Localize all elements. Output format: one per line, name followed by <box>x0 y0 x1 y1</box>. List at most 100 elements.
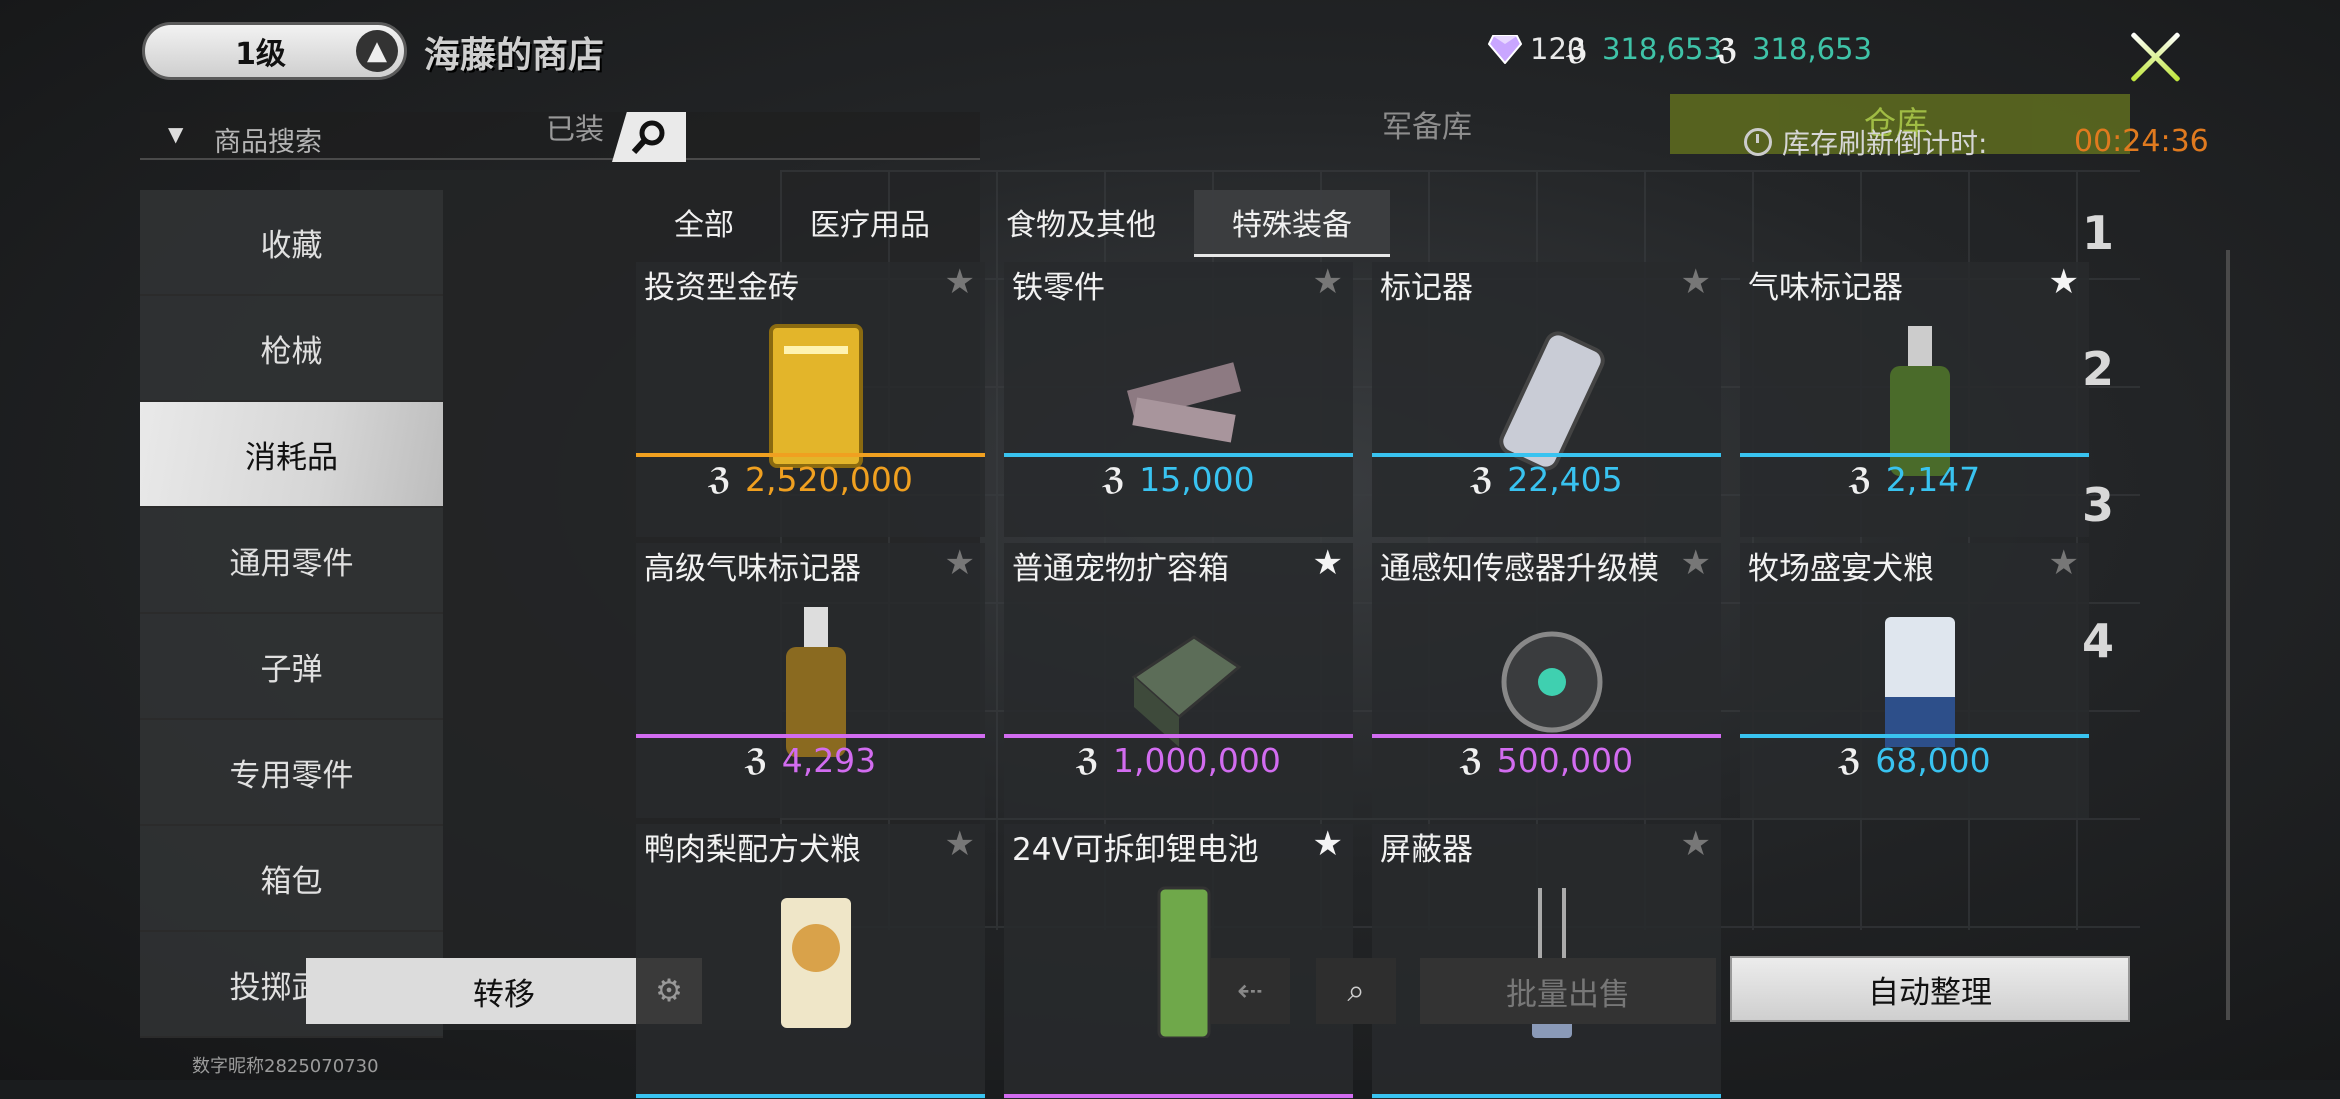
favorite-star-icon[interactable]: ★ <box>1313 262 1343 302</box>
dropdown-arrow-icon[interactable]: ▼ <box>168 122 183 146</box>
coin-icon: ℨ <box>1565 32 1589 66</box>
favorite-star-icon[interactable]: ★ <box>1313 824 1343 864</box>
item-card[interactable]: 高级气味标记器 ★ ℨ 4,293 <box>636 543 985 818</box>
category-item[interactable]: 收藏 <box>140 190 443 296</box>
favorite-star-icon[interactable]: ★ <box>1313 543 1343 583</box>
favorite-star-icon[interactable]: ★ <box>945 824 975 864</box>
item-price: ℨ 68,000 <box>1740 741 2089 780</box>
category-label: 消耗品 <box>245 439 338 476</box>
item-card[interactable]: 标记器 ★ ℨ 22,405 <box>1372 262 1721 537</box>
category-item[interactable]: 枪械 <box>140 296 443 402</box>
advanced-scent-spray-icon <box>756 587 876 757</box>
item-name: 气味标记器 <box>1748 270 1903 306</box>
level-text: 1级 <box>235 37 286 72</box>
rarity-bar <box>1004 734 1353 738</box>
search-small-button[interactable]: ⌕ <box>1316 958 1396 1024</box>
filter-tab[interactable]: 医疗用品 <box>772 190 968 254</box>
category-list: 收藏 枪械 消耗品 通用零件 子弹 专用零件 箱包 投掷武器 <box>140 190 443 1038</box>
scent-spray-icon <box>1860 306 1980 476</box>
filter-tab[interactable]: 食物及其他 <box>968 190 1194 254</box>
favorite-star-icon[interactable]: ★ <box>945 262 975 302</box>
category-item[interactable]: 子弹 <box>140 614 443 720</box>
item-name: 铁零件 <box>1012 270 1105 306</box>
tab-armory[interactable]: 军备库 <box>1382 102 1472 146</box>
shop-title: 海藤的商店 <box>424 35 605 76</box>
row-number: 2 <box>2082 342 2115 396</box>
item-card[interactable]: 24V可拆卸锂电池 ★ <box>1004 824 1353 1099</box>
search-bar[interactable]: ▼ 商品搜索 已装 <box>140 112 980 160</box>
coin-icon: ℨ <box>1838 743 1862 778</box>
settings-button[interactable]: ⚙ <box>636 958 702 1024</box>
search-icon <box>631 120 665 155</box>
coin-currency-1: ℨ 318,653 <box>1560 32 1722 66</box>
coin-icon: ℨ <box>1848 462 1872 497</box>
transfer-label: 转移 <box>473 976 535 1013</box>
refresh-countdown: 库存刷新倒计时: <box>1744 122 1987 162</box>
category-item[interactable]: 专用零件 <box>140 720 443 826</box>
item-card[interactable]: 牧场盛宴犬粮 ★ ℨ 68,000 <box>1740 543 2089 818</box>
coin-icon: ℨ <box>1470 462 1494 497</box>
rarity-bar <box>636 453 985 457</box>
item-card[interactable]: 气味标记器 ★ ℨ 2,147 <box>1740 262 2089 537</box>
back-button[interactable]: ⇠ <box>1210 958 1290 1024</box>
duck-dog-food-icon <box>756 868 876 1038</box>
coin-icon: ℨ <box>1102 462 1126 497</box>
back-arrow-icon: ⇠ <box>1237 973 1263 1009</box>
auto-sort-button[interactable]: 自动整理 <box>1730 956 2130 1022</box>
filter-tab[interactable]: 特殊装备 <box>1194 190 1390 257</box>
rarity-bar <box>1004 453 1353 457</box>
favorite-star-icon[interactable]: ★ <box>1681 262 1711 302</box>
item-card[interactable]: 投资型金砖 ★ ℨ 2,520,000 <box>636 262 985 537</box>
item-card[interactable]: 通感知传感器升级模 ★ ℨ 500,000 <box>1372 543 1721 818</box>
price-value: 500,000 <box>1496 741 1634 780</box>
price-value: 22,405 <box>1507 460 1623 499</box>
category-item[interactable]: 箱包 <box>140 826 443 932</box>
item-price: ℨ 22,405 <box>1372 460 1721 499</box>
filter-tab[interactable]: 全部 <box>636 190 772 254</box>
category-label: 枪械 <box>260 333 323 370</box>
refresh-timer: 00:24:36 <box>2074 124 2209 159</box>
batch-sell-button[interactable]: 批量出售 <box>1420 958 1716 1024</box>
rarity-bar <box>636 734 985 738</box>
item-name: 普通宠物扩容箱 <box>1012 551 1229 587</box>
item-name: 牧场盛宴犬粮 <box>1748 551 1934 587</box>
iron-parts-icon <box>1124 306 1244 476</box>
pet-box-icon <box>1124 587 1244 757</box>
player-id: 数字昵称2825070730 <box>192 1056 379 1077</box>
rarity-bar <box>1740 734 2089 738</box>
row-number: 1 <box>2082 206 2115 260</box>
category-item[interactable]: 消耗品 <box>140 402 443 508</box>
favorite-star-icon[interactable]: ★ <box>2049 543 2079 583</box>
category-label: 通用零件 <box>229 545 354 582</box>
coin-icon: ℨ <box>744 743 768 778</box>
diamond-icon <box>1488 32 1522 66</box>
item-price: ℨ 2,520,000 <box>636 460 985 499</box>
coin-icon: ℨ <box>708 462 731 497</box>
item-name: 鸭肉梨配方犬粮 <box>644 832 861 868</box>
rarity-bar <box>636 1094 985 1098</box>
coin-icon: ℨ <box>1459 743 1483 778</box>
batch-sell-label: 批量出售 <box>1506 976 1630 1013</box>
clock-icon <box>1744 128 1772 156</box>
favorite-star-icon[interactable]: ★ <box>945 543 975 583</box>
favorite-star-icon[interactable]: ★ <box>1681 824 1711 864</box>
item-price: ℨ 15,000 <box>1004 460 1353 499</box>
item-card[interactable]: 铁零件 ★ ℨ 15,000 <box>1004 262 1353 537</box>
item-price: ℨ 2,147 <box>1740 460 2089 499</box>
gear-icon: ⚙ <box>655 973 683 1009</box>
scrollbar[interactable] <box>2226 250 2230 1020</box>
search-icon: ⌕ <box>1347 972 1365 1009</box>
favorite-star-icon[interactable]: ★ <box>2049 262 2079 302</box>
rarity-bar <box>1372 1094 1721 1098</box>
sensor-module-icon <box>1492 587 1612 757</box>
favorite-star-icon[interactable]: ★ <box>1681 543 1711 583</box>
item-card[interactable]: 普通宠物扩容箱 ★ ℨ 1,000,000 <box>1004 543 1353 818</box>
coin-count-2: 318,653 <box>1752 32 1872 66</box>
close-button[interactable] <box>2126 28 2184 86</box>
item-price: ℨ 4,293 <box>636 741 985 780</box>
equipped-label: 已装 <box>546 112 605 146</box>
gold-bar-icon <box>756 306 876 476</box>
category-item[interactable]: 通用零件 <box>140 508 443 614</box>
price-value: 2,520,000 <box>744 460 913 499</box>
level-badge[interactable]: 1级 ▲ <box>142 22 407 80</box>
